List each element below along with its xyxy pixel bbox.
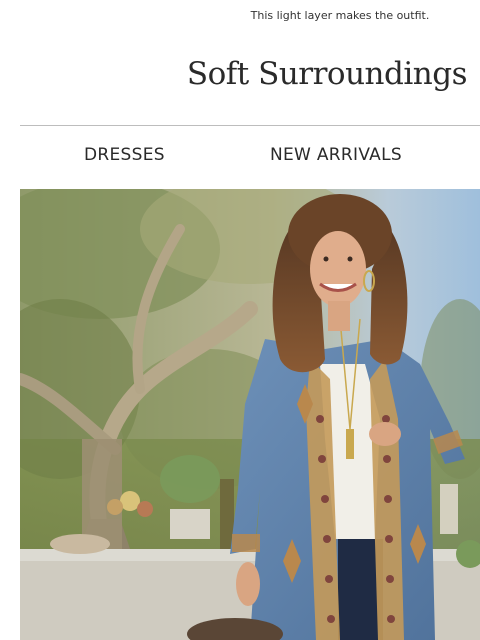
nav-link-dresses[interactable]: DRESSES <box>84 145 165 165</box>
brand-logo[interactable]: Soft Surroundings <box>187 56 468 92</box>
hero-photo-illustration <box>20 189 480 640</box>
header-divider <box>20 125 480 126</box>
preheader-text: This light layer makes the outfit. <box>250 9 430 22</box>
main-nav: DRESSES NEW ARRIVALS <box>20 145 480 169</box>
hero-image[interactable] <box>20 189 480 640</box>
nav-link-new-arrivals[interactable]: NEW ARRIVALS <box>270 145 402 165</box>
